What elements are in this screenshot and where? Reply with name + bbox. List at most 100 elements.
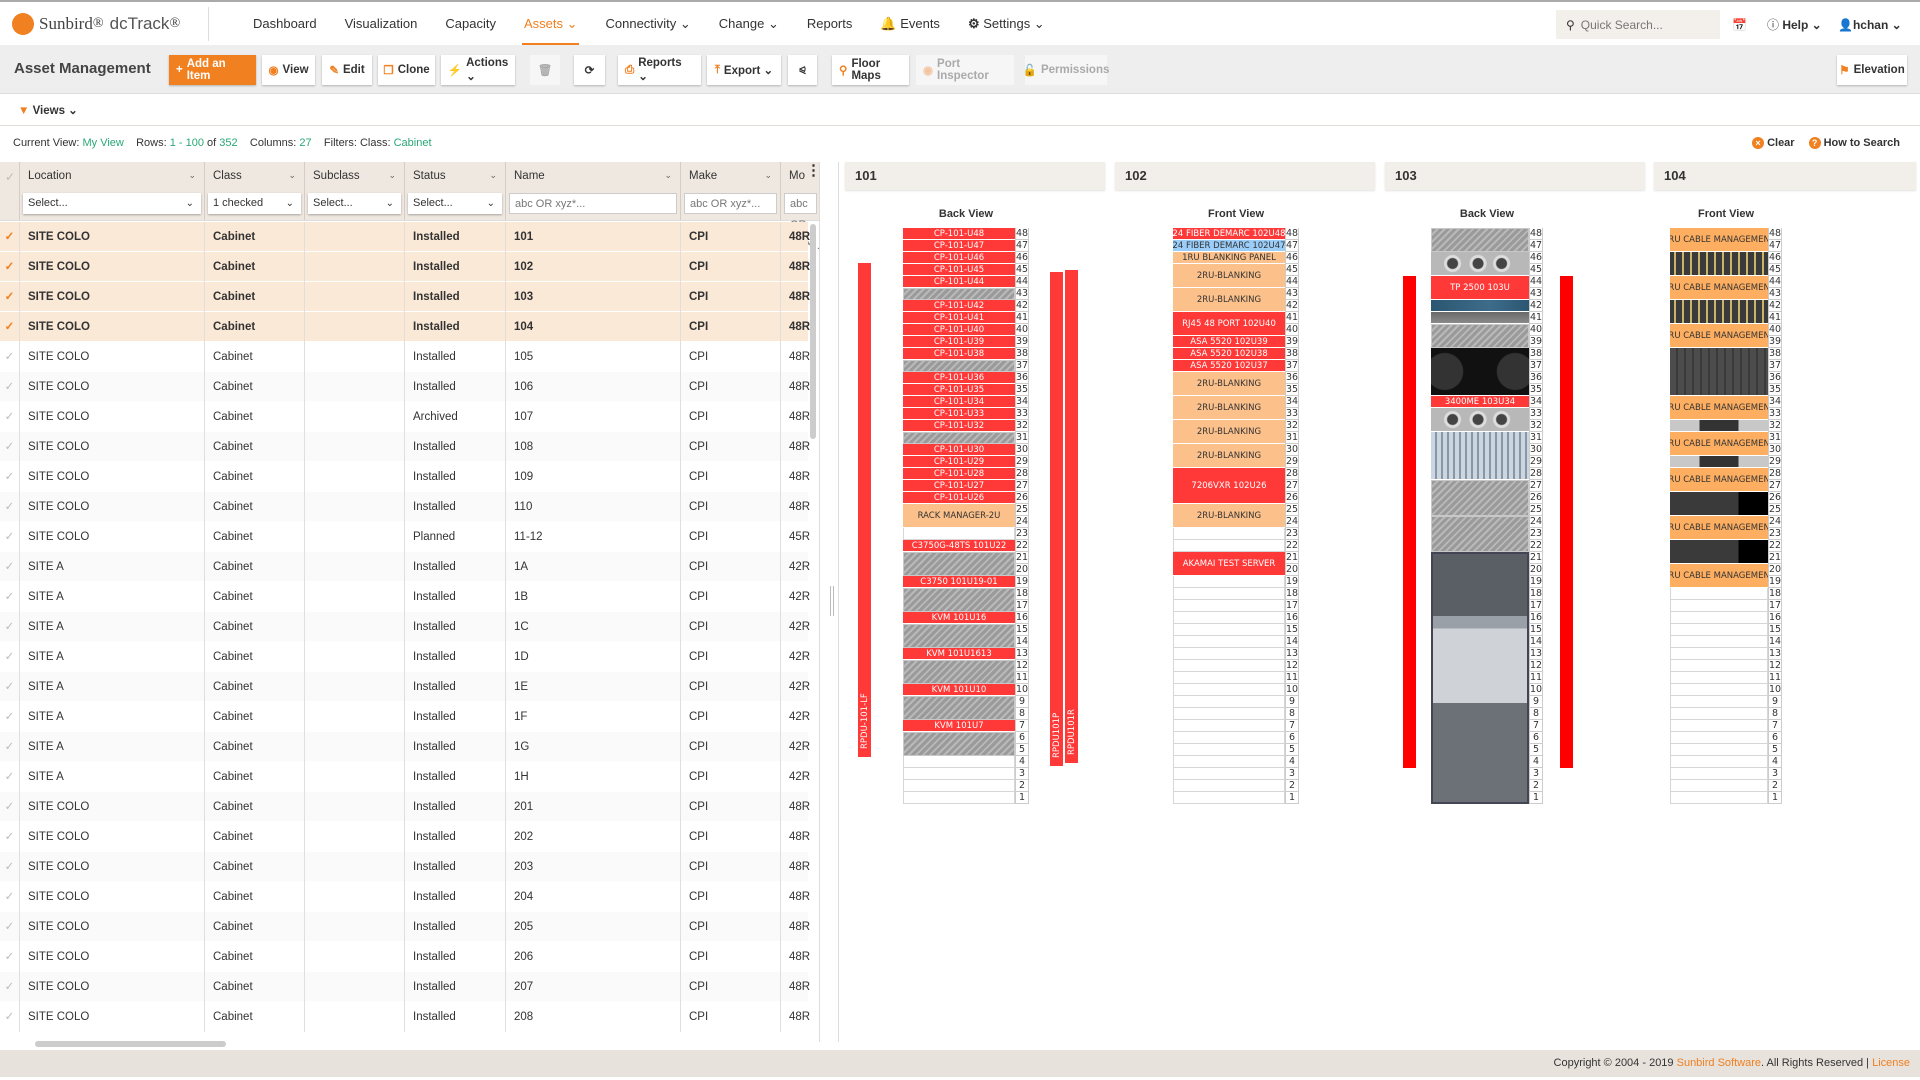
sunbird-logo[interactable]: Sunbird ® dcTrack ® (12, 12, 208, 35)
add-item-button[interactable]: + Add an Item (169, 55, 256, 85)
table-row[interactable]: ✓ SITE A Cabinet Installed 1E CPI 42R (0, 672, 810, 702)
current-view-link[interactable]: My View (83, 137, 124, 149)
user-menu[interactable]: 👤 hchan ⌄ (1838, 2, 1902, 47)
row-checkbox[interactable]: ✓ (0, 972, 20, 1002)
views-dropdown[interactable]: ▼ Views ⌄ (18, 103, 78, 117)
reserved-slot[interactable] (903, 624, 1015, 648)
export-button[interactable]: ⤒ Export ⌄ (707, 55, 781, 85)
power-strip[interactable]: RPDU101R (1065, 270, 1078, 763)
row-checkbox[interactable]: ✓ (0, 732, 20, 762)
rack-device[interactable]: ASA 5520 102U39 (1173, 336, 1285, 348)
rack-device[interactable]: C3750 101U19-01 (903, 576, 1015, 588)
rack-device[interactable]: CP-101-U42 (903, 300, 1015, 312)
rack-device[interactable]: 2RU-BLANKING (1173, 444, 1285, 468)
rack-slot[interactable] (1173, 684, 1285, 696)
row-checkbox[interactable]: ✓ (0, 702, 20, 732)
rack-device[interactable]: KVM 101U1613 (903, 648, 1015, 660)
table-row[interactable]: ✓ SITE COLO Cabinet Installed 208 CPI 48R (0, 1002, 810, 1032)
device-image[interactable] (1670, 348, 1768, 396)
rack-device[interactable]: 2RU-BLANKING (1173, 396, 1285, 420)
rack-device[interactable]: 2RU CABLE MANAGEMENT (1670, 276, 1768, 300)
nav-reports[interactable]: Reports (793, 2, 867, 45)
rack-device[interactable]: ASA 5520 102U38 (1173, 348, 1285, 360)
refresh-button[interactable]: ⟳ (574, 55, 605, 85)
rack-header-101[interactable]: 101 (845, 162, 1105, 190)
table-row[interactable]: ✓ SITE COLO Cabinet Installed 108 CPI 48R (0, 432, 810, 462)
rack-device[interactable]: CP-101-U38 (903, 348, 1015, 360)
row-checkbox[interactable]: ✓ (0, 822, 20, 852)
chevron-down-icon[interactable]: ⌄ (489, 170, 497, 181)
rack-slot[interactable] (1173, 624, 1285, 636)
filter-class[interactable]: 1 checked ⌄ (208, 193, 301, 214)
company-link[interactable]: Sunbird Software (1677, 1057, 1761, 1069)
chevron-down-icon[interactable]: ⌄ (388, 170, 396, 181)
reports-button[interactable]: ⎙ Reports ⌄ (618, 55, 701, 85)
table-row[interactable]: ✓ SITE COLO Cabinet Installed 207 CPI 48R (0, 972, 810, 1002)
power-strip[interactable]: RPDU101P (1050, 272, 1063, 766)
rack-slot[interactable] (1173, 756, 1285, 768)
rack-device[interactable]: 2RU-BLANKING (1173, 288, 1285, 312)
table-row[interactable]: ✓ SITE COLO Cabinet Planned 11-12 CPI 45R (0, 522, 810, 552)
nav-dashboard[interactable]: Dashboard (239, 2, 331, 45)
rack-slot[interactable] (1173, 732, 1285, 744)
nav-capacity[interactable]: Capacity (431, 2, 510, 45)
rack-device[interactable]: CP-101-U32 (903, 420, 1015, 432)
table-row[interactable]: ✓ SITE COLO Cabinet Installed 101 CPI 48R (0, 222, 810, 252)
rack-slot[interactable] (1670, 612, 1768, 624)
device-image[interactable] (1670, 456, 1768, 468)
rack-device[interactable]: C3750G-48TS 101U22 (903, 540, 1015, 552)
rack-slot[interactable] (1173, 648, 1285, 660)
port-inspector-button[interactable]: ◉ Port Inspector (916, 55, 1014, 85)
row-checkbox[interactable]: ✓ (0, 582, 20, 612)
rack-device[interactable]: 24 FIBER DEMARC 102U47 (1173, 240, 1285, 252)
chevron-down-icon[interactable]: ⌄ (764, 170, 772, 181)
power-strip[interactable] (1560, 276, 1573, 768)
row-checkbox[interactable]: ✓ (0, 942, 20, 972)
rack-device[interactable]: CP-101-U46 (903, 252, 1015, 264)
device-image[interactable] (1431, 312, 1529, 324)
row-checkbox[interactable]: ✓ (0, 852, 20, 882)
device-image[interactable] (1431, 408, 1529, 432)
rack-device[interactable]: CP-101-U27 (903, 480, 1015, 492)
filter-subclass[interactable]: Select... ⌄ (308, 193, 401, 214)
rack-slot[interactable] (903, 756, 1015, 768)
rack-slot[interactable] (1670, 768, 1768, 780)
row-checkbox[interactable]: ✓ (0, 672, 20, 702)
rack-slot[interactable] (903, 768, 1015, 780)
filter-location[interactable]: Select... ⌄ (23, 193, 201, 214)
select-all-checkbox[interactable]: ✓ (0, 162, 20, 220)
device-image[interactable] (1670, 252, 1768, 276)
rack-slot[interactable] (1670, 624, 1768, 636)
table-row[interactable]: ✓ SITE COLO Cabinet Installed 110 CPI 48R (0, 492, 810, 522)
power-strip[interactable]: RPDU-101-LF (858, 263, 871, 757)
rack-slot[interactable] (1670, 636, 1768, 648)
rack-slot[interactable] (1173, 540, 1285, 552)
row-checkbox[interactable]: ✓ (0, 282, 20, 312)
reserved-slot[interactable] (903, 588, 1015, 612)
rack-device[interactable]: 2RU CABLE MANAGEMENT (1670, 564, 1768, 588)
reserved-slot[interactable] (903, 660, 1015, 684)
reserved-slot[interactable] (903, 288, 1015, 300)
rack-slot[interactable] (1173, 528, 1285, 540)
rack-slot[interactable] (1670, 708, 1768, 720)
rack-device[interactable]: CP-101-U33 (903, 408, 1015, 420)
rack-device[interactable]: ASA 5520 102U37 (1173, 360, 1285, 372)
reserved-slot[interactable] (903, 360, 1015, 372)
row-checkbox[interactable]: ✓ (0, 882, 20, 912)
device-image[interactable] (1431, 252, 1529, 276)
rack-slot[interactable] (1173, 636, 1285, 648)
rack-device[interactable]: 2RU-BLANKING (1173, 504, 1285, 528)
reserved-slot[interactable] (1431, 324, 1529, 348)
reserved-slot[interactable] (1431, 480, 1529, 516)
row-checkbox[interactable]: ✓ (0, 432, 20, 462)
rack-device[interactable]: CP-101-U30 (903, 444, 1015, 456)
rack-device[interactable]: CP-101-U29 (903, 456, 1015, 468)
rack-device[interactable]: CP-101-U44 (903, 276, 1015, 288)
row-checkbox[interactable]: ✓ (0, 372, 20, 402)
rack-header-102[interactable]: 102 (1115, 162, 1375, 190)
rack-device[interactable]: CP-101-U45 (903, 264, 1015, 276)
rack-device[interactable]: CP-101-U28 (903, 468, 1015, 480)
edit-button[interactable]: ✎ Edit (322, 55, 372, 85)
nav-settings[interactable]: ⚙ Settings ⌄ (954, 2, 1059, 45)
table-row[interactable]: ✓ SITE A Cabinet Installed 1C CPI 42R (0, 612, 810, 642)
